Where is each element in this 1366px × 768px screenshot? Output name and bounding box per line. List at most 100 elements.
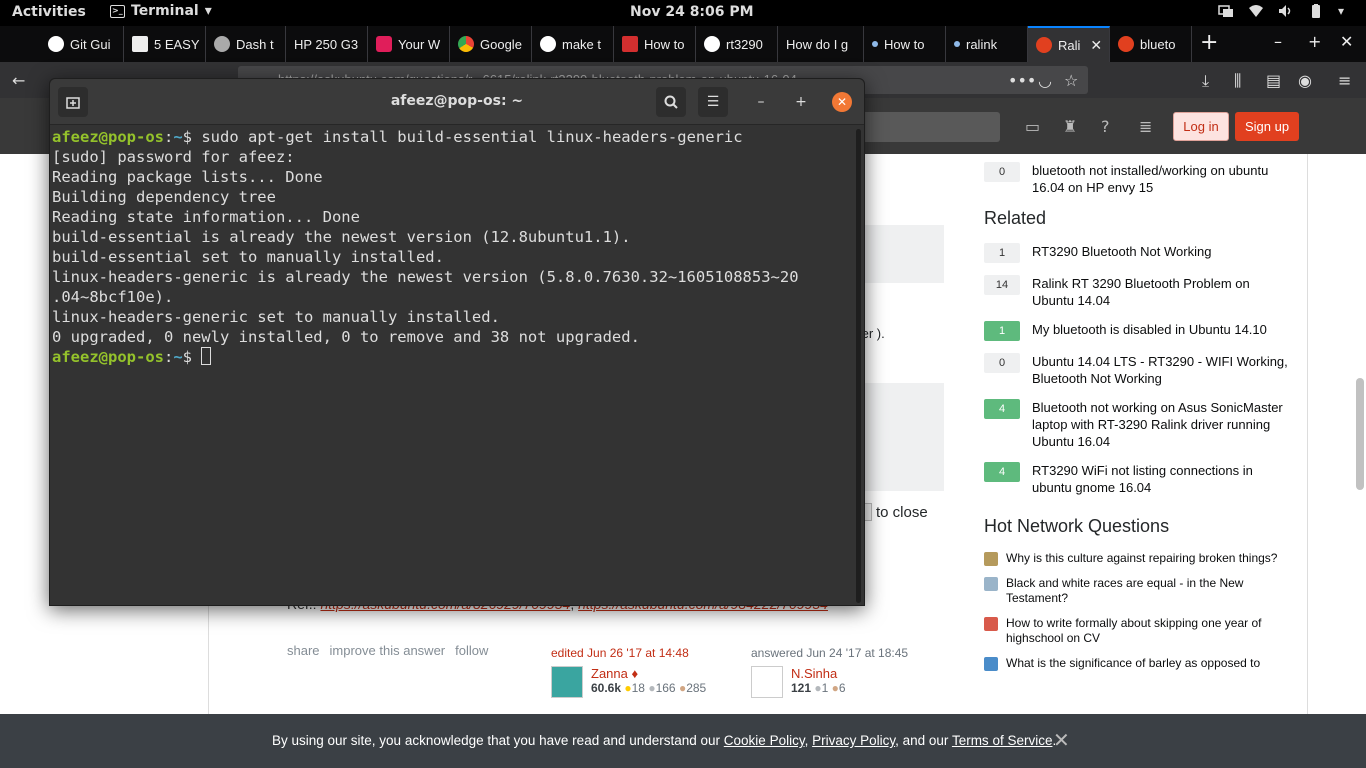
browser-tab[interactable]: make t xyxy=(532,26,614,62)
avatar[interactable] xyxy=(551,666,583,698)
signup-button[interactable]: Sign up xyxy=(1235,112,1299,141)
wifi-icon[interactable] xyxy=(1248,4,1264,18)
question-title[interactable]: My bluetooth is disabled in Ubuntu 14.10 xyxy=(1032,321,1267,341)
cookie-policy-link[interactable]: Cookie Policy xyxy=(724,733,805,748)
close-icon[interactable]: ✕ xyxy=(1090,37,1102,54)
inbox-icon[interactable]: ▭ xyxy=(1025,117,1040,136)
related-question[interactable]: 1 My bluetooth is disabled in Ubuntu 14.… xyxy=(984,321,1294,341)
back-icon[interactable]: ← xyxy=(12,71,25,90)
browser-tab[interactable]: Your W xyxy=(368,26,450,62)
achievements-icon[interactable]: ♜ xyxy=(1063,117,1077,136)
question-title[interactable]: bluetooth not installed/working on ubunt… xyxy=(1032,162,1294,196)
browser-tab[interactable]: How do I g xyxy=(778,26,864,62)
maximize-icon[interactable]: + xyxy=(1308,32,1321,51)
browser-tab[interactable]: How to xyxy=(864,26,946,62)
system-tray[interactable]: ▾ xyxy=(1218,4,1354,18)
avatar[interactable] xyxy=(751,666,783,698)
search-icon[interactable] xyxy=(656,87,686,117)
browser-tab[interactable]: How to xyxy=(614,26,696,62)
hot-question-title[interactable]: Why is this culture against repairing br… xyxy=(1006,551,1277,566)
help-icon[interactable]: ? xyxy=(1101,117,1110,136)
site-switcher-icon[interactable]: ≣ xyxy=(1139,117,1152,136)
output-line: [sudo] password for afeez: xyxy=(52,148,295,166)
terms-of-service-link[interactable]: Terms of Service xyxy=(952,733,1053,748)
minimize-icon[interactable]: – xyxy=(746,87,776,117)
site-search-input[interactable] xyxy=(860,112,1000,142)
account-icon[interactable]: ◉ xyxy=(1298,71,1312,90)
question-title[interactable]: Bluetooth not working on Asus SonicMaste… xyxy=(1032,399,1294,450)
menu-icon[interactable]: ☰ xyxy=(698,87,728,117)
question-title[interactable]: Ralink RT 3290 Bluetooth Problem on Ubun… xyxy=(1032,275,1294,309)
question-score: 4 xyxy=(984,462,1020,482)
maximize-icon[interactable]: + xyxy=(786,87,816,117)
question-title[interactable]: Ubuntu 14.04 LTS - RT3290 - WIFI Working… xyxy=(1032,353,1294,387)
browser-tab[interactable]: 5 EASY xyxy=(124,26,206,62)
user-name[interactable]: N.Sinha xyxy=(791,666,846,681)
app-menu[interactable]: >_ Terminal ▾ xyxy=(110,3,212,19)
privacy-policy-link[interactable]: Privacy Policy xyxy=(812,733,895,748)
browser-tab[interactable]: ralink xyxy=(946,26,1028,62)
linked-question[interactable]: 0 bluetooth not installed/working on ubu… xyxy=(984,162,1294,196)
pocket-icon[interactable]: ◡ xyxy=(1038,71,1052,90)
hot-question-title[interactable]: How to write formally about skipping one… xyxy=(1006,616,1294,646)
new-tab-icon[interactable]: + xyxy=(1200,30,1218,55)
hot-question-title[interactable]: Black and white races are equal - in the… xyxy=(1006,576,1294,606)
system-menu-chevron-icon[interactable]: ▾ xyxy=(1338,4,1354,18)
follow-link[interactable]: follow xyxy=(455,643,488,658)
close-icon[interactable]: ✕ xyxy=(832,92,852,112)
volume-icon[interactable] xyxy=(1278,4,1294,18)
page-scrollbar[interactable] xyxy=(1356,378,1364,490)
browser-tab[interactable]: rt3290 xyxy=(696,26,778,62)
browser-tab-active[interactable]: Rali ✕ xyxy=(1028,26,1110,62)
share-link[interactable]: share xyxy=(287,643,320,658)
clock[interactable]: Nov 24 8:06 PM xyxy=(630,4,754,20)
related-question[interactable]: 4 RT3290 WiFi not listing connections in… xyxy=(984,462,1294,496)
related-question[interactable]: 14 Ralink RT 3290 Bluetooth Problem on U… xyxy=(984,275,1294,309)
hot-question-title[interactable]: What is the significance of barley as op… xyxy=(1006,656,1260,671)
download-icon[interactable]: ⤓ xyxy=(1202,71,1209,91)
askubuntu-icon xyxy=(1118,36,1134,52)
browser-tab[interactable]: Google xyxy=(450,26,532,62)
screen-icon[interactable] xyxy=(1218,4,1234,18)
user-name[interactable]: Zanna ♦ xyxy=(591,666,706,681)
related-question[interactable]: 4 Bluetooth not working on Asus SonicMas… xyxy=(984,399,1294,450)
question-title[interactable]: RT3290 Bluetooth Not Working xyxy=(1032,243,1211,263)
question-title[interactable]: RT3290 WiFi not listing connections in u… xyxy=(1032,462,1294,496)
hot-question[interactable]: What is the significance of barley as op… xyxy=(984,656,1294,671)
output-line: Reading package lists... Done xyxy=(52,168,323,186)
chevron-down-icon: ▾ xyxy=(204,3,212,19)
sidebar-icon[interactable]: ▤ xyxy=(1266,71,1281,90)
browser-tab[interactable]: blueto xyxy=(1110,26,1192,62)
battery-icon[interactable] xyxy=(1308,4,1324,18)
minimize-icon[interactable]: – xyxy=(1274,32,1282,51)
close-window-icon[interactable]: ✕ xyxy=(1340,32,1353,51)
code-block xyxy=(858,225,944,283)
improve-answer-link[interactable]: improve this answer xyxy=(330,643,446,658)
browser-tab[interactable]: Dash t xyxy=(206,26,286,62)
edited-timestamp[interactable]: edited Jun 26 '17 at 14:48 xyxy=(551,646,706,660)
library-icon[interactable]: ⫼ xyxy=(1234,71,1241,91)
login-button[interactable]: Log in xyxy=(1173,112,1229,141)
hot-question[interactable]: Black and white races are equal - in the… xyxy=(984,576,1294,606)
menu-icon[interactable]: ≡ xyxy=(1338,71,1351,90)
browser-tab[interactable]: HP 250 G3 xyxy=(286,26,368,62)
dot-icon xyxy=(954,41,960,47)
hot-question[interactable]: Why is this culture against repairing br… xyxy=(984,551,1294,566)
terminal-output[interactable]: afeez@pop-os:~$ sudo apt-get install bui… xyxy=(52,127,854,603)
page-actions-icon[interactable]: ••• xyxy=(1008,71,1036,90)
tab-label: How do I g xyxy=(786,36,849,52)
terminal-header-bar[interactable]: afeez@pop-os: ~ ☰ – + ✕ xyxy=(50,79,864,125)
output-line: linux-headers-generic set to manually in… xyxy=(52,308,500,326)
close-icon[interactable]: ✕ xyxy=(1053,728,1070,753)
hot-question[interactable]: How to write formally about skipping one… xyxy=(984,616,1294,646)
answered-timestamp[interactable]: answered Jun 24 '17 at 18:45 xyxy=(751,646,908,660)
terminal-scrollbar[interactable] xyxy=(856,129,861,603)
tab-label: Your W xyxy=(398,36,441,52)
related-question[interactable]: 1 RT3290 Bluetooth Not Working xyxy=(984,243,1294,263)
google-icon xyxy=(540,36,556,52)
activities-button[interactable]: Activities xyxy=(12,4,86,20)
bookmark-star-icon[interactable]: ☆ xyxy=(1064,71,1078,90)
site-icon xyxy=(984,617,998,631)
browser-tab[interactable]: Git Gui xyxy=(40,26,124,62)
related-question[interactable]: 0 Ubuntu 14.04 LTS - RT3290 - WIFI Worki… xyxy=(984,353,1294,387)
